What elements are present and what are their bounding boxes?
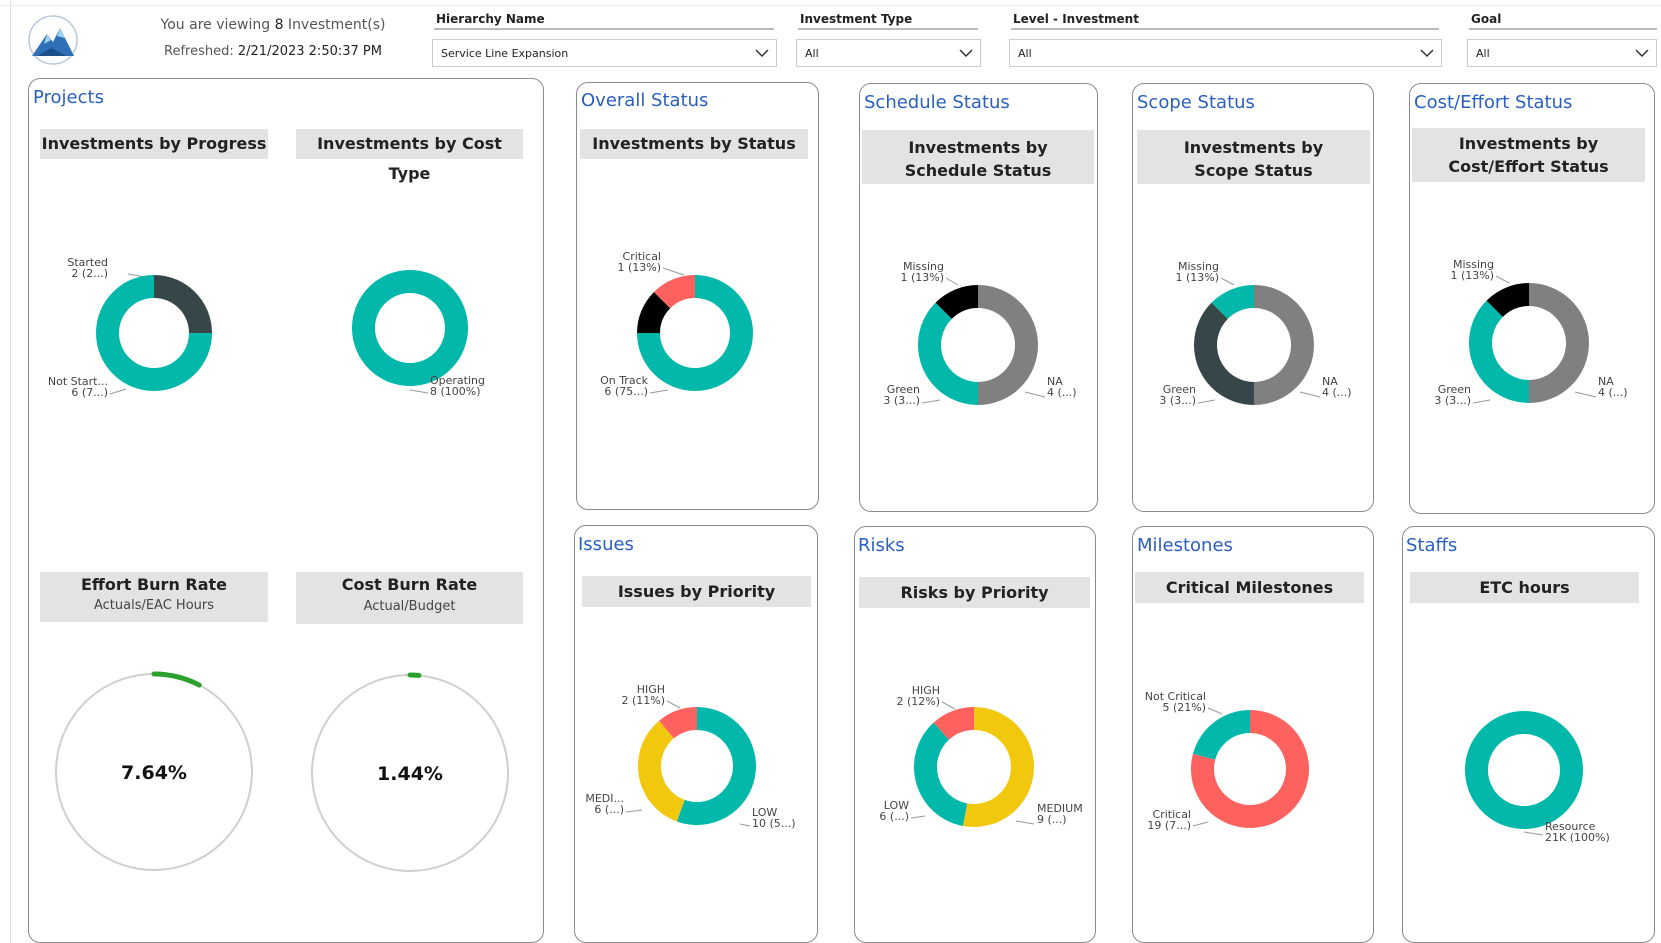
- progress-value-0: 2 (2...): [71, 267, 108, 280]
- cost_type-leader-0: [409, 389, 429, 394]
- effort-gauge-arc: [151, 671, 202, 688]
- milestones-leader-1: [1207, 707, 1223, 715]
- schedule-value-1: 3 (3...): [883, 394, 920, 407]
- cost_effort-leader-0: [1574, 391, 1597, 398]
- milestones-value-0: 19 (7...): [1147, 819, 1191, 832]
- issues-leader-0: [739, 823, 751, 827]
- scope-value-2: 1 (13%): [1175, 271, 1219, 284]
- risks-leader-2: [941, 701, 956, 710]
- issues-value-0: 10 (5...): [752, 817, 796, 830]
- cost_type-slice-0: [351, 270, 468, 386]
- milestones-leader-0: [1192, 821, 1209, 827]
- status-value-2: 1 (13%): [617, 261, 661, 274]
- cost_effort-slice-1: [1469, 300, 1529, 403]
- schedule-leader-2: [945, 277, 959, 286]
- cost_effort-value-0: 4 (...): [1598, 386, 1628, 399]
- cost_effort-value-1: 3 (3...): [1434, 394, 1471, 407]
- staffs-value-0: 21K (100%): [1545, 831, 1610, 844]
- progress-value-1: 6 (7...): [71, 386, 108, 399]
- scope-leader-2: [1220, 277, 1235, 286]
- scope-slice-1: [1194, 302, 1254, 405]
- risks-slice-1: [914, 722, 968, 826]
- scope-leader-0: [1299, 391, 1321, 398]
- risks-value-1: 6 (...): [879, 810, 909, 823]
- issues-value-1: 6 (...): [594, 803, 624, 816]
- risks-leader-0: [1015, 820, 1035, 825]
- chart-canvas: Started2 (2...)Not Start...6 (7...)Opera…: [48, 250, 1628, 872]
- issues-leader-2: [666, 700, 681, 709]
- staffs-slice-0: [1464, 711, 1583, 829]
- risks-leader-1: [910, 815, 926, 819]
- status-value-0: 6 (75...): [604, 385, 648, 398]
- cost_effort-slice-0: [1529, 283, 1589, 403]
- cost_type-value-0: 8 (100%): [430, 385, 481, 398]
- scope-value-0: 4 (...): [1322, 386, 1352, 399]
- schedule-slice-1: [918, 302, 978, 405]
- schedule-value-0: 4 (...): [1047, 386, 1077, 399]
- status-leader-2: [662, 267, 685, 276]
- scope-slice-0: [1254, 285, 1314, 405]
- risks-value-2: 2 (12%): [896, 695, 940, 708]
- schedule-leader-0: [1024, 391, 1046, 398]
- issues-slice-1: [638, 720, 685, 822]
- milestones-slice-1: [1193, 710, 1250, 760]
- status-leader-0: [649, 389, 669, 394]
- scope-leader-1: [1197, 399, 1216, 404]
- progress-leader-1: [109, 388, 127, 395]
- cost_effort-value-2: 1 (13%): [1450, 269, 1494, 282]
- schedule-leader-1: [921, 399, 941, 404]
- risks-value-0: 9 (...): [1037, 813, 1067, 826]
- cost_effort-leader-1: [1472, 399, 1491, 404]
- progress-slice-0: [154, 275, 212, 333]
- issues-leader-1: [625, 809, 643, 813]
- cost-gauge-value: 1.44%: [377, 763, 443, 785]
- schedule-slice-0: [978, 285, 1038, 405]
- scope-value-1: 3 (3...): [1159, 394, 1196, 407]
- effort-gauge-value: 7.64%: [121, 762, 187, 784]
- milestones-value-1: 5 (21%): [1162, 701, 1206, 714]
- staffs-leader-0: [1523, 831, 1544, 836]
- issues-value-2: 2 (11%): [621, 694, 665, 707]
- cost_effort-leader-2: [1495, 275, 1510, 284]
- schedule-value-2: 1 (13%): [900, 271, 944, 284]
